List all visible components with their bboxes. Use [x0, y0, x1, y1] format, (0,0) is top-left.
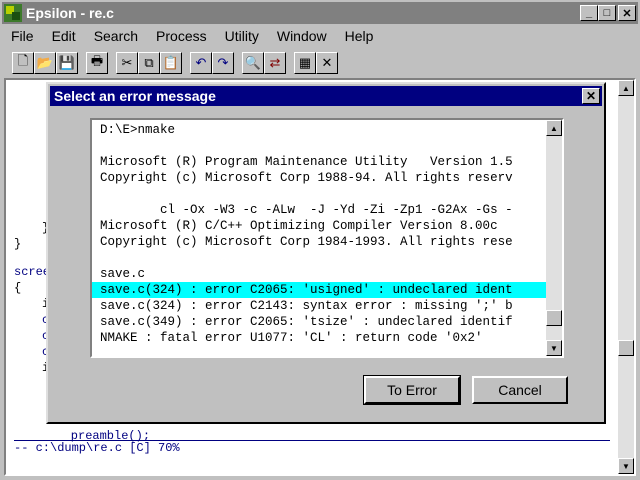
list-item[interactable] — [92, 250, 546, 266]
window-title: Epsilon - re.c — [26, 5, 114, 21]
close-button[interactable]: ✕ — [618, 5, 636, 21]
dialog-close-button[interactable]: ✕ — [582, 88, 600, 104]
title-bar: Epsilon - re.c _ □ ✕ — [2, 2, 638, 24]
calculator-button[interactable]: ▦ — [294, 52, 316, 74]
undo-icon: ↶ — [195, 55, 207, 70]
paste-button[interactable]: 📋 — [160, 52, 182, 74]
editor-scrollbar[interactable]: ▲ ▼ — [618, 80, 634, 474]
toolbar: 🗋 📂 💾 🖶 ✂ ⧉ 📋 ↶ ↷ 🔍 ⇄ ▦ ✕ — [2, 50, 638, 76]
close-buffer-icon: ✕ — [321, 55, 333, 70]
dialog-title-bar: Select an error message ✕ — [50, 86, 602, 106]
app-window: Epsilon - re.c _ □ ✕ File Edit Search Pr… — [0, 0, 640, 480]
list-item[interactable]: Microsoft (R) Program Maintenance Utilit… — [92, 154, 546, 170]
menu-help[interactable]: Help — [336, 28, 383, 44]
save-button[interactable]: 💾 — [56, 52, 78, 74]
mode-line: -- c:\dump\re.c [C] 70% — [14, 440, 610, 455]
scroll-thumb[interactable] — [618, 340, 634, 356]
maximize-icon: □ — [603, 7, 611, 19]
code-line: } — [14, 237, 22, 251]
list-item[interactable]: D:\E>nmake — [92, 122, 546, 138]
undo-button[interactable]: ↶ — [190, 52, 212, 74]
list-item[interactable]: cl -Ox -W3 -c -ALw -J -Yd -Zi -Zp1 -G2Ax… — [92, 202, 546, 218]
new-file-button[interactable]: 🗋 — [12, 52, 34, 74]
code-line: { — [14, 281, 22, 295]
list-item[interactable]: save.c(324) : error C2143: syntax error … — [92, 298, 546, 314]
scroll-thumb[interactable] — [546, 310, 562, 326]
scroll-up-icon[interactable]: ▲ — [546, 120, 562, 136]
open-folder-button[interactable]: 📂 — [34, 52, 56, 74]
redo-icon: ↷ — [217, 55, 229, 70]
dialog-title: Select an error message — [54, 88, 216, 104]
error-dialog: Select an error message ✕ D:\E>nmake Micr… — [46, 82, 606, 424]
redo-button[interactable]: ↷ — [212, 52, 234, 74]
list-item[interactable]: save.c(349) : error C2065: 'tsize' : und… — [92, 314, 546, 330]
list-item[interactable]: Microsoft (R) C/C++ Optimizing Compiler … — [92, 218, 546, 234]
minimize-icon: _ — [585, 7, 593, 19]
new-file-icon: 🗋 — [17, 53, 29, 68]
menu-bar: File Edit Search Process Utility Window … — [2, 25, 638, 47]
list-item[interactable]: save.c(324) : error C2065: 'usigned' : u… — [92, 282, 546, 298]
app-icon[interactable] — [4, 4, 22, 22]
menu-utility[interactable]: Utility — [216, 28, 268, 44]
error-listbox[interactable]: D:\E>nmake Microsoft (R) Program Maintena… — [90, 118, 564, 358]
cut-icon: ✂ — [121, 55, 133, 70]
maximize-button[interactable]: □ — [598, 5, 616, 21]
scroll-down-icon[interactable]: ▼ — [618, 458, 634, 474]
close-icon: ✕ — [585, 89, 597, 103]
list-item[interactable] — [92, 138, 546, 154]
replace-button[interactable]: ⇄ — [264, 52, 286, 74]
minimize-button[interactable]: _ — [580, 5, 598, 21]
cancel-button[interactable]: Cancel — [472, 376, 568, 404]
menu-window[interactable]: Window — [268, 28, 336, 44]
to-error-button[interactable]: To Error — [363, 375, 461, 405]
menu-search[interactable]: Search — [85, 28, 147, 44]
listbox-scrollbar[interactable]: ▲ ▼ — [546, 120, 562, 356]
paste-icon: 📋 — [162, 55, 180, 70]
code-line: scree — [14, 265, 51, 279]
close-buffer-button[interactable]: ✕ — [316, 52, 338, 74]
list-item[interactable]: save.c — [92, 266, 546, 282]
scroll-down-icon[interactable]: ▼ — [546, 340, 562, 356]
menu-edit[interactable]: Edit — [43, 28, 85, 44]
replace-icon: ⇄ — [269, 55, 281, 70]
list-item[interactable]: Copyright (c) Microsoft Corp 1988-94. Al… — [92, 170, 546, 186]
list-item[interactable] — [92, 186, 546, 202]
menu-file[interactable]: File — [2, 28, 43, 44]
open-folder-icon: 📂 — [36, 55, 54, 70]
find-icon: 🔍 — [244, 55, 262, 70]
save-disk-icon: 💾 — [58, 55, 76, 70]
list-item[interactable]: Copyright (c) Microsoft Corp 1984-1993. … — [92, 234, 546, 250]
copy-icon: ⧉ — [144, 55, 154, 70]
list-item[interactable]: NMAKE : fatal error U1077: 'CL' : return… — [92, 330, 546, 346]
scroll-up-icon[interactable]: ▲ — [618, 80, 634, 96]
close-icon: ✕ — [622, 7, 632, 20]
cut-button[interactable]: ✂ — [116, 52, 138, 74]
menu-process[interactable]: Process — [147, 28, 216, 44]
print-button[interactable]: 🖶 — [86, 52, 108, 74]
print-icon: 🖶 — [90, 53, 104, 68]
copy-button[interactable]: ⧉ — [138, 52, 160, 74]
find-button[interactable]: 🔍 — [242, 52, 264, 74]
calculator-icon: ▦ — [298, 55, 312, 70]
